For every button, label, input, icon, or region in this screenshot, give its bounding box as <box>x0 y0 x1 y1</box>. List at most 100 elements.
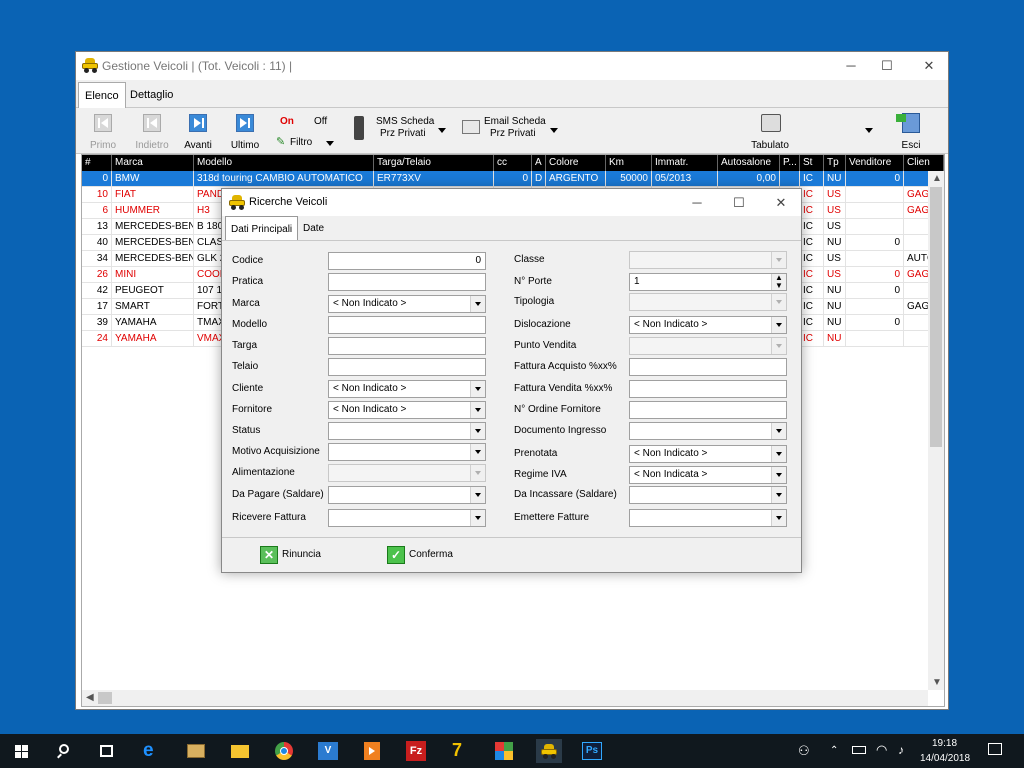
email-dropdown-icon[interactable] <box>550 128 558 133</box>
7zip-icon[interactable]: 7 <box>448 739 472 763</box>
tipologia-select[interactable] <box>629 293 787 311</box>
chevron-down-icon[interactable] <box>771 510 786 526</box>
conferma-button[interactable]: ✓ Conferma <box>387 545 497 565</box>
fattura-vendita-xx-input[interactable] <box>629 380 787 398</box>
telaio-input[interactable] <box>328 358 486 376</box>
column-header[interactable]: Venditore <box>846 155 904 171</box>
alimentazione-select[interactable] <box>328 464 486 482</box>
filtro-dropdown-icon[interactable] <box>326 141 334 146</box>
off-toggle[interactable]: Off <box>314 116 327 127</box>
status-select[interactable] <box>328 422 486 440</box>
column-header[interactable]: cc <box>494 155 532 171</box>
clock-date[interactable]: 14/04/2018 <box>920 753 970 764</box>
esci-button[interactable]: Esci <box>896 108 926 154</box>
battery-icon[interactable] <box>852 746 866 754</box>
minimize-button[interactable]: ─ <box>836 56 866 76</box>
maximize-button[interactable]: ☐ <box>872 56 902 76</box>
column-header[interactable]: Km <box>606 155 652 171</box>
modello-input[interactable] <box>328 316 486 334</box>
file-explorer-icon[interactable] <box>228 739 252 763</box>
horizontal-scrollbar[interactable]: ◀ <box>82 690 928 706</box>
column-header[interactable]: A <box>532 155 546 171</box>
close-button[interactable]: ✕ <box>914 56 944 76</box>
ultimo-button[interactable]: Ultimo <box>230 108 260 154</box>
windows-start-icon[interactable] <box>10 739 34 763</box>
chevron-down-icon[interactable] <box>771 446 786 462</box>
regime-iva-select[interactable]: < Non Indicata > <box>629 466 787 484</box>
column-header[interactable]: Clien <box>904 155 944 171</box>
cliente-select[interactable]: < Non Indicato > <box>328 380 486 398</box>
chevron-down-icon[interactable] <box>771 252 786 268</box>
chevron-down-icon[interactable] <box>470 487 485 503</box>
chevron-down-icon[interactable] <box>771 338 786 354</box>
classe-select[interactable] <box>629 251 787 269</box>
table-row[interactable]: 0 BMW 318d touring CAMBIO AUTOMATICO ER773X… <box>82 171 944 187</box>
chevron-up-icon[interactable]: ⌃ <box>830 745 838 756</box>
column-header[interactable]: P... <box>780 155 800 171</box>
chevron-down-icon[interactable] <box>771 423 786 439</box>
dialog-maximize-button[interactable]: ☐ <box>724 193 754 213</box>
ricevere-fattura-select[interactable] <box>328 509 486 527</box>
notification-icon[interactable] <box>988 743 1002 755</box>
car-app-icon[interactable] <box>536 739 562 763</box>
fattura-acquisto-xx-input[interactable] <box>629 358 787 376</box>
column-header[interactable]: Autosalone <box>718 155 780 171</box>
pratica-input[interactable] <box>328 273 486 291</box>
column-header[interactable]: Immatr. <box>652 155 718 171</box>
column-header[interactable]: Targa/Telaio <box>374 155 494 171</box>
spinner-arrows-icon[interactable]: ▲ ▼ <box>771 274 786 290</box>
dislocazione-select[interactable]: < Non Indicato > <box>629 316 787 334</box>
photoshop-icon[interactable]: Ps <box>580 739 604 763</box>
horizontal-scroll-thumb[interactable] <box>98 692 112 704</box>
chevron-down-icon[interactable] <box>470 510 485 526</box>
emettere-fatture-select[interactable] <box>629 509 787 527</box>
on-toggle[interactable]: On <box>280 116 294 127</box>
media-icon[interactable] <box>360 739 384 763</box>
prenotata-select[interactable]: < Non Indicato > <box>629 445 787 463</box>
punto-vendita-select[interactable] <box>629 337 787 355</box>
tabulato-button[interactable]: Tabulato <box>748 108 792 154</box>
scroll-up-icon[interactable]: ▲ <box>932 173 942 184</box>
tab-dettaglio[interactable]: Dettaglio <box>124 82 179 108</box>
scroll-left-icon[interactable]: ◀ <box>86 692 94 703</box>
column-header[interactable]: # <box>82 155 112 171</box>
avanti-button[interactable]: Avanti <box>182 108 214 154</box>
column-header[interactable]: Tp <box>824 155 846 171</box>
app-folder-icon[interactable] <box>184 739 208 763</box>
n-porte-input[interactable]: 1 ▲ ▼ <box>629 273 787 291</box>
vertical-scrollbar[interactable]: ▲ ▼ <box>928 171 944 690</box>
motivo-acquisizione-select[interactable] <box>328 443 486 461</box>
chevron-down-icon[interactable] <box>470 444 485 460</box>
column-header[interactable]: St <box>800 155 824 171</box>
scroll-down-icon[interactable]: ▼ <box>932 677 942 688</box>
dialog-close-button[interactable]: ✕ <box>766 193 796 213</box>
primo-button[interactable]: Primo <box>88 108 118 154</box>
chevron-down-icon[interactable] <box>771 317 786 333</box>
chevron-down-icon[interactable] <box>771 487 786 503</box>
filezilla-icon[interactable]: Fz <box>404 739 428 763</box>
codice-input[interactable]: 0 <box>328 252 486 270</box>
dialog-minimize-button[interactable]: ─ <box>682 193 712 213</box>
da-pagare-saldare-select[interactable] <box>328 486 486 504</box>
documento-ingresso-select[interactable] <box>629 422 787 440</box>
vs-icon[interactable]: V <box>316 739 340 763</box>
chevron-down-icon[interactable] <box>470 465 485 481</box>
search-icon[interactable] <box>52 739 76 763</box>
chevron-down-icon[interactable] <box>771 294 786 310</box>
column-header[interactable]: Modello <box>194 155 374 171</box>
people-icon[interactable]: ⚇ <box>798 743 810 759</box>
sms-dropdown-icon[interactable] <box>438 128 446 133</box>
wifi-icon[interactable]: ◠ <box>876 742 887 758</box>
targa-input[interactable] <box>328 337 486 355</box>
n-ordine-fornitore-input[interactable] <box>629 401 787 419</box>
marca-select[interactable]: < Non Indicato > <box>328 295 486 313</box>
puzzle-icon[interactable] <box>492 739 516 763</box>
chevron-down-icon[interactable] <box>470 381 485 397</box>
indietro-button[interactable]: Indietro <box>130 108 174 154</box>
clock-time[interactable]: 19:18 <box>932 738 957 749</box>
filtro-button[interactable]: Filtro <box>290 137 312 148</box>
vertical-scroll-thumb[interactable] <box>930 187 942 447</box>
sms-scheda-button[interactable]: SMS Scheda Prz Privati <box>352 108 442 154</box>
task-view-icon[interactable] <box>94 739 118 763</box>
tab-date[interactable]: Date <box>298 216 329 240</box>
